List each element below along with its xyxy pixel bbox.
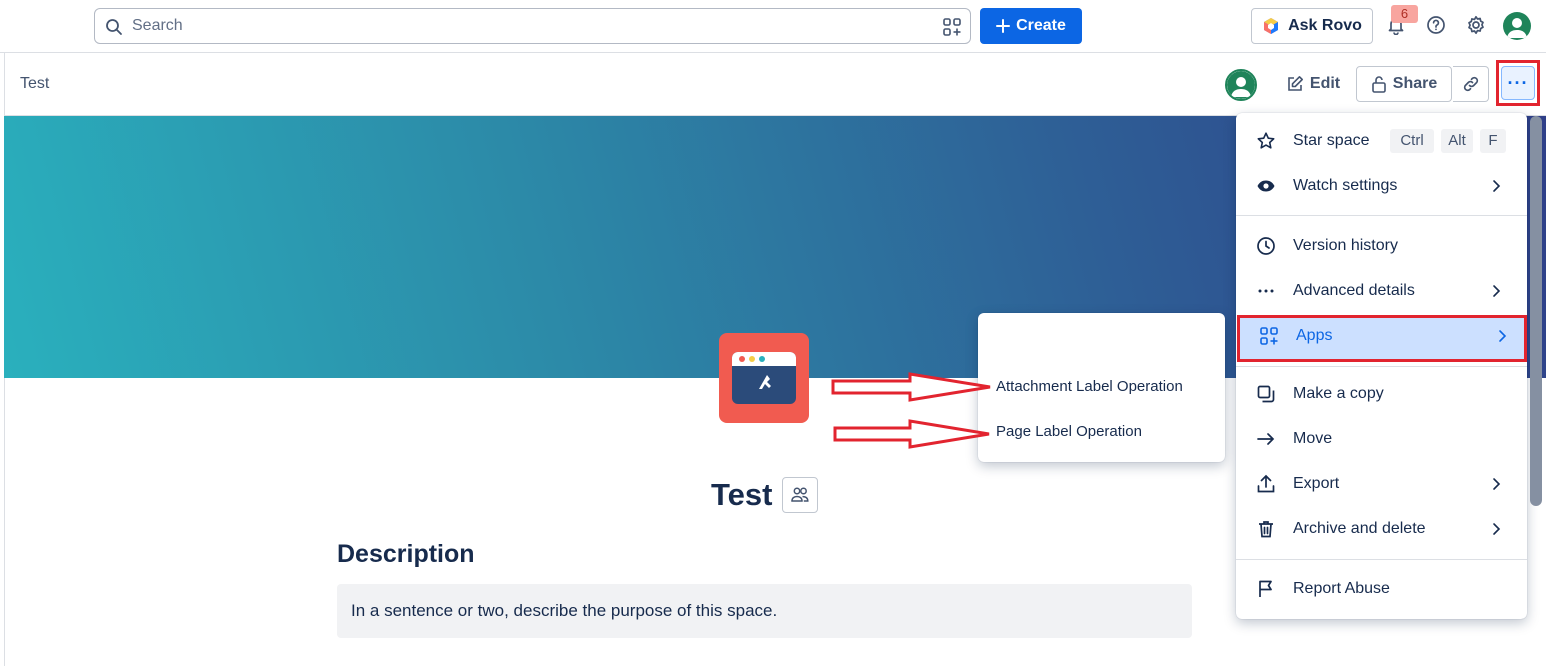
search-icon — [105, 18, 123, 36]
copy-icon — [1256, 384, 1276, 404]
pencil-icon — [1286, 75, 1304, 93]
flag-icon — [1256, 579, 1276, 599]
menu-item-make-copy[interactable]: Make a copy — [1236, 374, 1527, 414]
more-icon: ··· — [1501, 66, 1535, 100]
clock-icon — [1256, 236, 1276, 256]
eye-icon — [1256, 176, 1276, 196]
copy-link-button[interactable] — [1453, 66, 1489, 102]
ask-rovo-label: Ask Rovo — [1288, 17, 1362, 34]
menu-divider — [1236, 366, 1527, 367]
page-scrollbar[interactable] — [1530, 116, 1542, 506]
plus-icon — [996, 19, 1011, 33]
menu-item-archive-delete[interactable]: Archive and delete — [1236, 509, 1527, 549]
create-button[interactable]: Create — [980, 8, 1082, 44]
unlock-icon — [1371, 75, 1387, 93]
menu-divider — [1236, 215, 1527, 216]
upload-icon — [1256, 474, 1276, 494]
settings-gear-icon[interactable] — [1466, 15, 1486, 35]
share-button[interactable]: Share — [1356, 66, 1452, 102]
menu-item-export[interactable]: Export — [1236, 464, 1527, 504]
arrow-right-icon — [1256, 429, 1276, 449]
chevron-right-icon — [1488, 476, 1504, 492]
breadcrumb[interactable]: Test — [20, 75, 49, 93]
people-icon — [790, 486, 810, 504]
page-label-operation-item[interactable]: Page Label Operation — [996, 423, 1142, 440]
make-copy-label: Make a copy — [1293, 385, 1384, 402]
help-icon[interactable] — [1426, 15, 1446, 35]
user-avatar[interactable] — [1503, 12, 1531, 40]
page-title: Test — [711, 477, 773, 512]
shortcut-key-alt: Alt — [1441, 129, 1473, 153]
browser-window-icon — [732, 352, 796, 404]
space-app-icon — [719, 333, 809, 423]
menu-item-version-history[interactable]: Version history — [1236, 226, 1527, 266]
description-placeholder: In a sentence or two, describe the purpo… — [351, 601, 778, 620]
more-actions-menu-lower: Make a copy Move Export Archive and dele… — [1236, 365, 1527, 619]
menu-item-apps[interactable]: Apps — [1237, 315, 1527, 362]
move-label: Move — [1293, 430, 1333, 447]
rovo-icon — [1262, 17, 1280, 35]
version-history-label: Version history — [1293, 237, 1398, 254]
edit-label: Edit — [1309, 75, 1341, 92]
shortcut-key-f: F — [1480, 129, 1506, 153]
attachment-label-operation-item[interactable]: Attachment Label Operation — [996, 378, 1183, 395]
chevron-right-icon — [1494, 328, 1510, 344]
page-header: Test Edit Share ··· — [4, 53, 1546, 116]
link-icon — [1462, 75, 1480, 93]
annotation-arrow-icon — [831, 372, 991, 402]
watch-settings-label: Watch settings — [1293, 177, 1398, 194]
description-field[interactable]: In a sentence or two, describe the purpo… — [337, 584, 1192, 638]
menu-item-move[interactable]: Move — [1236, 419, 1527, 459]
chevron-right-icon — [1488, 521, 1504, 537]
menu-item-advanced-details[interactable]: Advanced details — [1236, 271, 1527, 311]
advanced-details-label: Advanced details — [1293, 282, 1415, 299]
report-abuse-label: Report Abuse — [1293, 580, 1390, 597]
space-members-button[interactable] — [782, 477, 818, 513]
share-label: Share — [1392, 75, 1438, 92]
search-placeholder: Search — [132, 17, 183, 34]
archive-delete-label: Archive and delete — [1293, 520, 1426, 537]
export-label: Export — [1293, 475, 1340, 492]
edit-button[interactable]: Edit — [1277, 67, 1349, 101]
menu-divider — [1236, 559, 1527, 560]
star-icon — [1256, 131, 1276, 151]
apps-grid-icon — [1259, 326, 1279, 346]
annotation-arrow-icon — [833, 419, 990, 449]
ellipsis-icon — [1256, 281, 1276, 301]
more-actions-button[interactable]: ··· — [1496, 60, 1540, 106]
apps-submenu: Attachment Label Operation Page Label Op… — [978, 313, 1225, 462]
chevron-right-icon — [1488, 283, 1504, 299]
create-label: Create — [1016, 17, 1066, 34]
trash-icon — [1256, 519, 1276, 539]
content-left-border — [4, 378, 5, 666]
menu-item-report-abuse[interactable]: Report Abuse — [1236, 569, 1527, 609]
star-space-label: Star space — [1293, 132, 1370, 149]
ask-rovo-button[interactable]: Ask Rovo — [1251, 8, 1373, 44]
menu-item-watch-settings[interactable]: Watch settings — [1236, 166, 1527, 206]
description-heading: Description — [337, 540, 475, 568]
filters-icon[interactable] — [943, 18, 961, 36]
collaborator-avatar[interactable] — [1225, 69, 1257, 101]
shortcut-key-ctrl: Ctrl — [1390, 129, 1434, 153]
menu-item-star-space[interactable]: Star space Ctrl Alt F — [1236, 121, 1527, 161]
top-navigation: Search Create Ask Rovo 6 — [0, 0, 1546, 53]
search-input[interactable]: Search — [94, 8, 971, 44]
apps-label: Apps — [1296, 327, 1333, 344]
chevron-right-icon — [1488, 178, 1504, 194]
notification-count-badge: 6 — [1391, 5, 1418, 23]
